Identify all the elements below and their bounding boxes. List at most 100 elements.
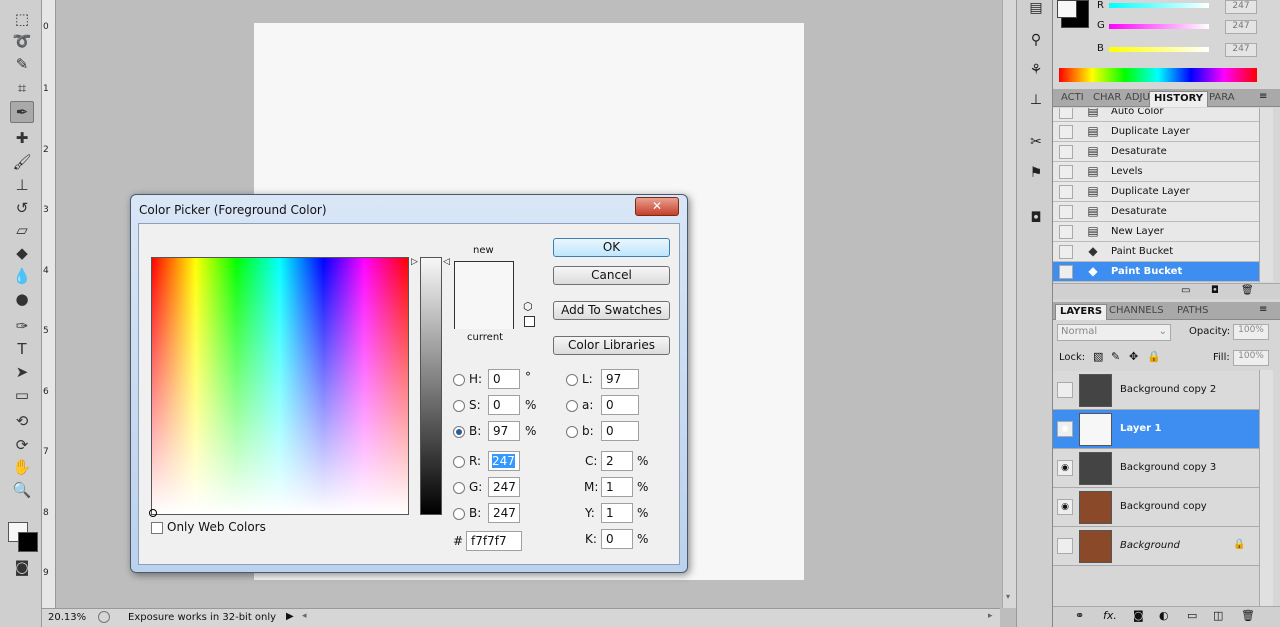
b-value[interactable]: 247 — [1225, 43, 1257, 57]
history-brush-tool-icon[interactable]: ↺ — [10, 197, 34, 219]
history-checkbox[interactable] — [1059, 245, 1073, 259]
tab-character[interactable]: CHAR — [1089, 91, 1125, 107]
stamp-icon[interactable]: ⚑ — [1025, 165, 1047, 185]
layer-row[interactable]: Background 🔒 — [1053, 527, 1259, 566]
r-radio[interactable] — [453, 456, 465, 468]
brightness-radio[interactable] — [453, 426, 465, 438]
layers-scrollbar[interactable] — [1259, 370, 1273, 606]
r-value[interactable]: 247 — [1225, 0, 1257, 14]
history-checkbox[interactable] — [1059, 125, 1073, 139]
trash-icon[interactable]: 🗑 — [1241, 609, 1255, 622]
hue-slider[interactable] — [420, 257, 442, 515]
cancel-button[interactable]: Cancel — [553, 266, 670, 285]
blend-mode-select[interactable]: Normal ⌄ — [1057, 324, 1171, 341]
scroll-right-icon[interactable]: ▸ — [988, 611, 993, 621]
history-checkbox[interactable] — [1059, 108, 1073, 119]
tab-paths[interactable]: PATHS — [1173, 304, 1212, 320]
healing-brush-tool-icon[interactable]: ✚ — [10, 127, 34, 149]
visibility-toggle[interactable] — [1057, 538, 1073, 554]
history-item[interactable]: ▤ New Layer — [1053, 222, 1259, 242]
zoom-tool-icon[interactable]: 🔍 — [10, 479, 34, 501]
tab-actions[interactable]: ACTI — [1057, 91, 1088, 107]
quick-select-tool-icon[interactable]: ✎ — [10, 53, 34, 75]
3d-orbit-tool-icon[interactable]: ⟳ — [10, 434, 34, 456]
tab-channels[interactable]: CHANNELS — [1105, 304, 1168, 320]
history-checkbox[interactable] — [1059, 165, 1073, 179]
history-item[interactable]: ◆ Paint Bucket — [1053, 242, 1259, 262]
h-radio[interactable] — [453, 374, 465, 386]
lock-pixels-icon[interactable]: ✎ — [1111, 350, 1120, 363]
background-color-swatch[interactable] — [18, 532, 38, 552]
group-icon[interactable]: ▭ — [1187, 609, 1197, 622]
g-slider[interactable] — [1109, 24, 1209, 29]
tab-history[interactable]: HISTORY — [1149, 91, 1209, 107]
status-info-icon[interactable] — [98, 611, 110, 623]
quick-mask-icon[interactable]: ◙ — [10, 556, 34, 578]
history-checkbox[interactable] — [1059, 145, 1073, 159]
adjustment-layer-icon[interactable]: ◐ — [1159, 609, 1169, 622]
path-select-tool-icon[interactable]: ➤ — [10, 361, 34, 383]
history-checkbox[interactable] — [1059, 205, 1073, 219]
lock-position-icon[interactable]: ✥ — [1129, 350, 1138, 363]
fill-value[interactable]: 100% — [1233, 350, 1269, 366]
history-item-selected[interactable]: ◆ Paint Bucket — [1053, 262, 1259, 282]
new-document-icon[interactable]: ▭ — [1181, 285, 1190, 296]
layer-row-selected[interactable]: ◉ Layer 1 — [1053, 410, 1259, 449]
snapshot-icon[interactable]: ◘ — [1211, 285, 1219, 296]
eye-icon[interactable]: ◉ — [1057, 460, 1073, 476]
history-checkbox[interactable] — [1059, 265, 1073, 279]
r-slider[interactable] — [1109, 3, 1209, 8]
lasso-tool-icon[interactable]: ➰ — [10, 30, 34, 52]
clone-source-icon[interactable]: ⚘ — [1025, 62, 1047, 82]
brush-tool-icon[interactable]: 🖌 — [10, 151, 34, 173]
dodge-tool-icon[interactable]: ● — [10, 288, 34, 310]
brush-presets-icon[interactable]: ⚲ — [1025, 32, 1047, 52]
3d-rotate-tool-icon[interactable]: ⟲ — [10, 410, 34, 432]
trash-icon[interactable]: 🗑 — [1241, 285, 1254, 296]
crop-tool-icon[interactable]: ⌗ — [10, 77, 34, 99]
lab-b-input[interactable]: 0 — [601, 421, 639, 441]
tool-presets-icon[interactable]: ⊥ — [1025, 92, 1047, 112]
tab-layers[interactable]: LAYERS — [1055, 304, 1108, 320]
g-input[interactable]: 247 — [488, 477, 520, 497]
close-button[interactable]: ✕ — [635, 197, 679, 216]
b-radio[interactable] — [453, 508, 465, 520]
eraser-tool-icon[interactable]: ▱ — [10, 219, 34, 241]
history-item[interactable]: ▤ Desaturate — [1053, 202, 1259, 222]
a-radio[interactable] — [566, 400, 578, 412]
color-libraries-button[interactable]: Color Libraries — [553, 336, 670, 355]
brightness-input[interactable]: 97 — [488, 421, 520, 441]
g-radio[interactable] — [453, 482, 465, 494]
scroll-left-icon[interactable]: ◂ — [302, 611, 307, 621]
slider-right-arrow-icon[interactable]: ◁ — [443, 257, 450, 267]
history-scrollbar[interactable] — [1259, 108, 1273, 282]
g-value[interactable]: 247 — [1225, 20, 1257, 34]
layer-row[interactable]: Background copy 2 — [1053, 371, 1259, 410]
c-input[interactable]: 2 — [601, 451, 633, 471]
eye-icon[interactable]: ◉ — [1057, 499, 1073, 515]
lab-b-radio[interactable] — [566, 426, 578, 438]
history-item[interactable]: ▤ Duplicate Layer — [1053, 182, 1259, 202]
eyedropper-tool-icon[interactable]: ✒ — [10, 101, 34, 123]
layer-row[interactable]: ◉ Background copy 3 — [1053, 449, 1259, 488]
m-input[interactable]: 1 — [601, 477, 633, 497]
only-web-colors-checkbox[interactable] — [151, 522, 163, 534]
camera-icon[interactable]: ◘ — [1025, 210, 1047, 230]
clone-stamp-tool-icon[interactable]: ⊥ — [10, 174, 34, 196]
layer-row[interactable]: ◉ Background copy — [1053, 488, 1259, 527]
pen-tool-icon[interactable]: ✑ — [10, 315, 34, 337]
zoom-level[interactable]: 20.13% — [48, 612, 86, 623]
l-radio[interactable] — [566, 374, 578, 386]
panel-menu-icon[interactable]: ≡ — [1259, 304, 1267, 315]
h-input[interactable]: 0 — [488, 369, 520, 389]
slider-left-arrow-icon[interactable]: ▷ — [411, 257, 418, 267]
b-slider[interactable] — [1109, 47, 1209, 52]
hand-tool-icon[interactable]: ✋ — [10, 456, 34, 478]
k-input[interactable]: 0 — [601, 529, 633, 549]
status-menu-arrow-icon[interactable]: ▶ — [286, 611, 294, 622]
current-color-swatch[interactable] — [455, 296, 513, 329]
paint-bucket-tool-icon[interactable]: ◆ — [10, 242, 34, 264]
new-layer-icon[interactable]: ◫ — [1213, 609, 1223, 622]
type-tool-icon[interactable]: T — [10, 338, 34, 360]
s-input[interactable]: 0 — [488, 395, 520, 415]
